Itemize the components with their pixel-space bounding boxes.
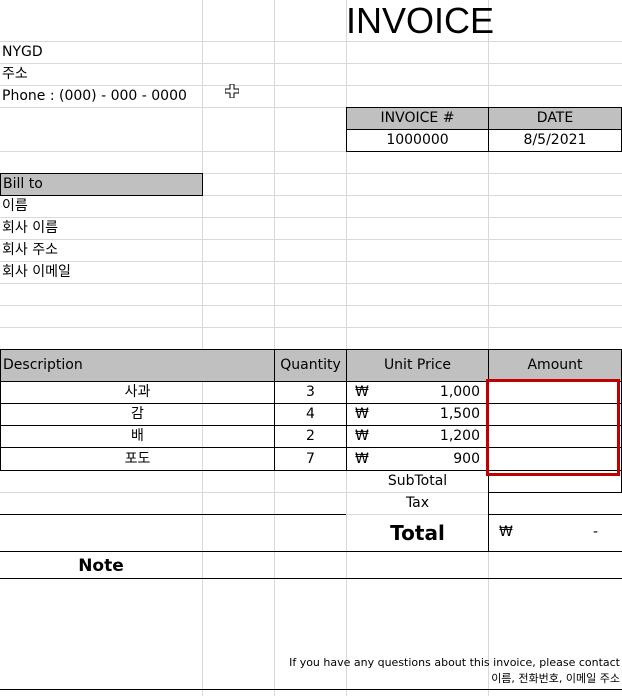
invoice-title: INVOICE [346,0,495,41]
item-description[interactable]: 포도 [0,447,275,471]
item-quantity[interactable]: 7 [274,447,347,471]
tax-value-cell[interactable] [488,492,622,515]
item-amount[interactable] [488,425,622,448]
item-amount[interactable] [488,403,622,426]
item-unit-price[interactable]: ₩ 1,200 [346,425,489,448]
bill-to-name: 이름 [2,198,28,214]
unit-price-value: 1,200 [439,428,480,444]
quantity-header: Quantity [274,349,347,382]
table-row[interactable]: 사과 3 ₩ 1,000 [0,381,622,404]
item-unit-price[interactable]: ₩ 1,000 [346,381,489,404]
item-quantity[interactable]: 2 [274,425,347,448]
subtotal-label: SubTotal [387,473,448,489]
date-header: DATE [488,107,622,130]
item-description[interactable]: 배 [0,425,275,448]
company-address: 주소 [2,66,28,82]
spreadsheet-grid[interactable]: INVOICE NYGD 주소 Phone : (000) - 000 - 00… [0,0,622,696]
note-label: Note [78,556,124,576]
currency-symbol: ₩ [355,384,369,400]
company-phone: Phone : (000) - 000 - 0000 [2,88,187,104]
footer-contact-details: 이름, 전화번호, 이메일 주소 [491,672,620,685]
subtotal-value-cell[interactable] [488,470,622,493]
item-amount[interactable] [488,381,622,404]
item-unit-price[interactable]: ₩ 900 [346,447,489,471]
bill-to-company: 회사 이름 [2,220,58,236]
total-label: Total [390,521,445,545]
item-quantity[interactable]: 3 [274,381,347,404]
unit-price-value: 900 [453,451,480,467]
cell-cursor-icon [225,84,239,98]
table-row[interactable]: 감 4 ₩ 1,500 [0,403,622,426]
bill-to-header: Bill to [0,173,203,196]
amount-header: Amount [488,349,622,382]
table-row[interactable]: 포도 7 ₩ 900 [0,447,622,471]
currency-symbol: ₩ [355,451,369,467]
unit-price-value: 1,500 [439,406,480,422]
total-value-cell[interactable]: ₩ - [488,514,622,552]
item-quantity[interactable]: 4 [274,403,347,426]
item-amount[interactable] [488,447,622,471]
invoice-number-cell[interactable]: 1000000 [346,129,489,152]
invoice-date-cell[interactable]: 8/5/2021 [488,129,622,152]
company-name: NYGD [2,44,43,60]
currency-symbol: ₩ [355,428,369,444]
tax-label: Tax [405,495,430,511]
table-row[interactable]: 배 2 ₩ 1,200 [0,425,622,448]
item-unit-price[interactable]: ₩ 1,500 [346,403,489,426]
bill-to-email: 회사 이메일 [2,264,71,280]
invoice-number-header: INVOICE # [346,107,489,130]
bill-to-address: 회사 주소 [2,242,58,258]
item-description[interactable]: 감 [0,403,275,426]
total-currency-symbol: ₩ [499,524,513,540]
item-description[interactable]: 사과 [0,381,275,404]
footer-contact-line: If you have any questions about this inv… [289,656,620,669]
total-value: - [592,524,598,540]
description-header: Description [0,349,275,382]
currency-symbol: ₩ [355,406,369,422]
unit-price-value: 1,000 [439,384,480,400]
unit-price-header: Unit Price [346,349,489,382]
